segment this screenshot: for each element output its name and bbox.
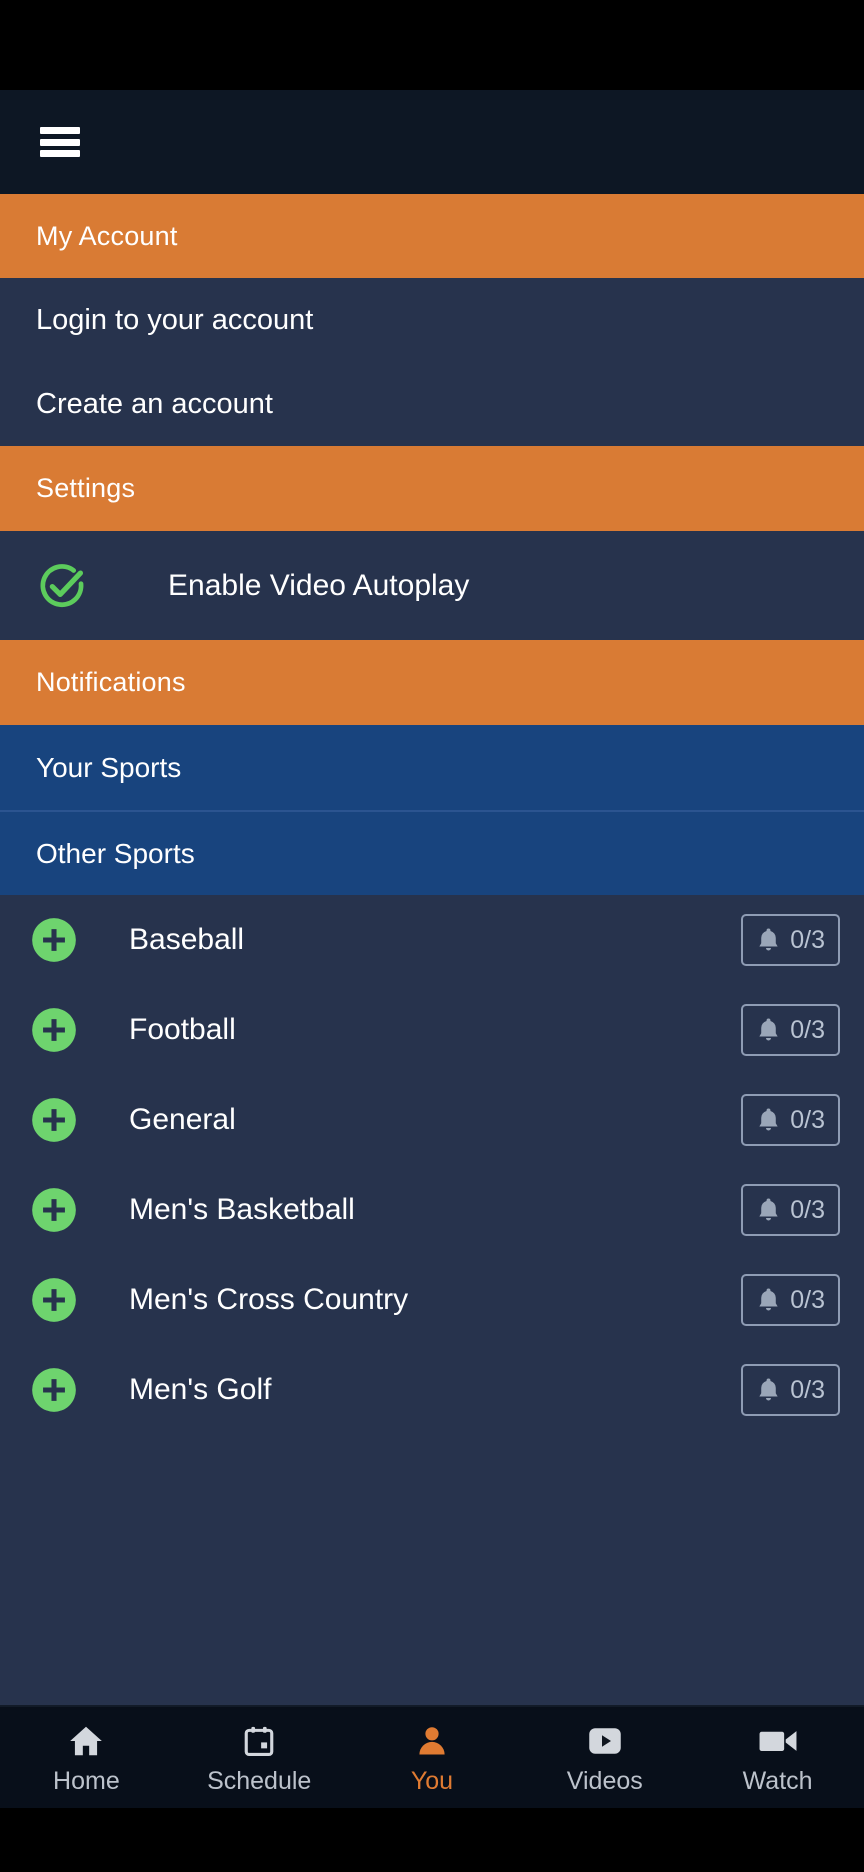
status-bar: [0, 0, 864, 90]
account-links-group: Login to your account Create an account: [0, 278, 864, 446]
plus-circle-icon[interactable]: [31, 917, 77, 963]
notification-badge[interactable]: 0/3: [741, 1184, 840, 1236]
sport-row-baseball[interactable]: Baseball 0/3: [0, 895, 864, 985]
nav-item-watch[interactable]: Watch: [691, 1707, 864, 1808]
section-header-settings: Settings: [0, 446, 864, 531]
check-circle-icon: [36, 559, 90, 613]
notification-count: 0/3: [790, 1015, 825, 1044]
sport-name: Men's Cross Country: [129, 1283, 409, 1316]
bell-icon: [759, 1107, 778, 1130]
plus-circle-icon[interactable]: [31, 1367, 77, 1413]
sport-row-mens-basketball[interactable]: Men's Basketball 0/3: [0, 1165, 864, 1255]
notification-badge[interactable]: 0/3: [741, 1274, 840, 1326]
sport-row-mens-cross-country[interactable]: Men's Cross Country 0/3: [0, 1255, 864, 1345]
sport-name: General: [129, 1103, 236, 1136]
notification-badge[interactable]: 0/3: [741, 914, 840, 966]
sport-row-mens-golf[interactable]: Men's Golf 0/3: [0, 1345, 864, 1435]
app-screen: My Account Login to your account Create …: [0, 0, 864, 1872]
bell-icon: [759, 1017, 778, 1040]
bell-icon: [759, 1377, 778, 1400]
plus-circle-icon[interactable]: [31, 1097, 77, 1143]
notification-count: 0/3: [790, 925, 825, 954]
section-header-notifications: Notifications: [0, 640, 864, 725]
nav-item-videos-label: Videos: [566, 1766, 643, 1795]
sport-name: Men's Basketball: [129, 1193, 355, 1226]
notification-badge[interactable]: 0/3: [741, 1364, 840, 1416]
sport-name: Baseball: [129, 923, 245, 956]
menu-item-login[interactable]: Login to your account: [0, 278, 864, 362]
nav-item-home-label: Home: [53, 1766, 120, 1795]
setting-enable-video-autoplay-label: Enable Video Autoplay: [168, 568, 470, 602]
calendar-icon: [242, 1722, 276, 1760]
sport-name: Men's Golf: [129, 1373, 272, 1406]
sports-group-other-sports-label: Other Sports: [36, 837, 195, 869]
nav-item-schedule[interactable]: Schedule: [173, 1707, 346, 1808]
menu-item-create-account-label: Create an account: [36, 387, 273, 420]
nav-item-watch-label: Watch: [742, 1766, 813, 1795]
sports-group-other-sports[interactable]: Other Sports: [0, 810, 864, 895]
plus-circle-icon[interactable]: [31, 1187, 77, 1233]
app-header: [0, 90, 864, 194]
menu-item-create-account[interactable]: Create an account: [0, 362, 864, 446]
notification-badge[interactable]: 0/3: [741, 1094, 840, 1146]
sport-name: Football: [129, 1013, 236, 1046]
nav-item-schedule-label: Schedule: [207, 1766, 312, 1795]
notification-count: 0/3: [790, 1195, 825, 1224]
section-header-my-account: My Account: [0, 194, 864, 278]
menu-item-login-label: Login to your account: [36, 303, 314, 336]
notification-count: 0/3: [790, 1375, 825, 1404]
menu-panel: My Account Login to your account Create …: [0, 194, 864, 1705]
plus-circle-icon[interactable]: [31, 1277, 77, 1323]
sports-group-your-sports[interactable]: Your Sports: [0, 725, 864, 810]
home-icon: [67, 1722, 105, 1760]
hamburger-menu-icon[interactable]: [40, 127, 80, 157]
nav-item-videos[interactable]: Videos: [518, 1707, 691, 1808]
notification-count: 0/3: [790, 1285, 825, 1314]
notification-count: 0/3: [790, 1105, 825, 1134]
gesture-bar: [0, 1808, 864, 1872]
sports-list: Baseball 0/3 Football 0/3 General 0/3 Me…: [0, 895, 864, 1435]
sport-row-football[interactable]: Football 0/3: [0, 985, 864, 1075]
videocam-icon: [758, 1722, 798, 1760]
nav-item-you[interactable]: You: [346, 1707, 519, 1808]
plus-circle-icon[interactable]: [31, 1007, 77, 1053]
bottom-navigation-bar: Home Schedule You Videos Watch: [0, 1705, 864, 1808]
setting-enable-video-autoplay[interactable]: Enable Video Autoplay: [0, 531, 864, 640]
sport-row-general[interactable]: General 0/3: [0, 1075, 864, 1165]
bell-icon: [759, 1287, 778, 1310]
bell-icon: [759, 927, 778, 950]
notification-badge[interactable]: 0/3: [741, 1004, 840, 1056]
sports-group-your-sports-label: Your Sports: [36, 751, 182, 783]
play-icon: [587, 1722, 623, 1760]
nav-item-home[interactable]: Home: [0, 1707, 173, 1808]
person-icon: [414, 1722, 450, 1760]
bell-icon: [759, 1197, 778, 1220]
nav-item-you-label: You: [410, 1766, 454, 1795]
